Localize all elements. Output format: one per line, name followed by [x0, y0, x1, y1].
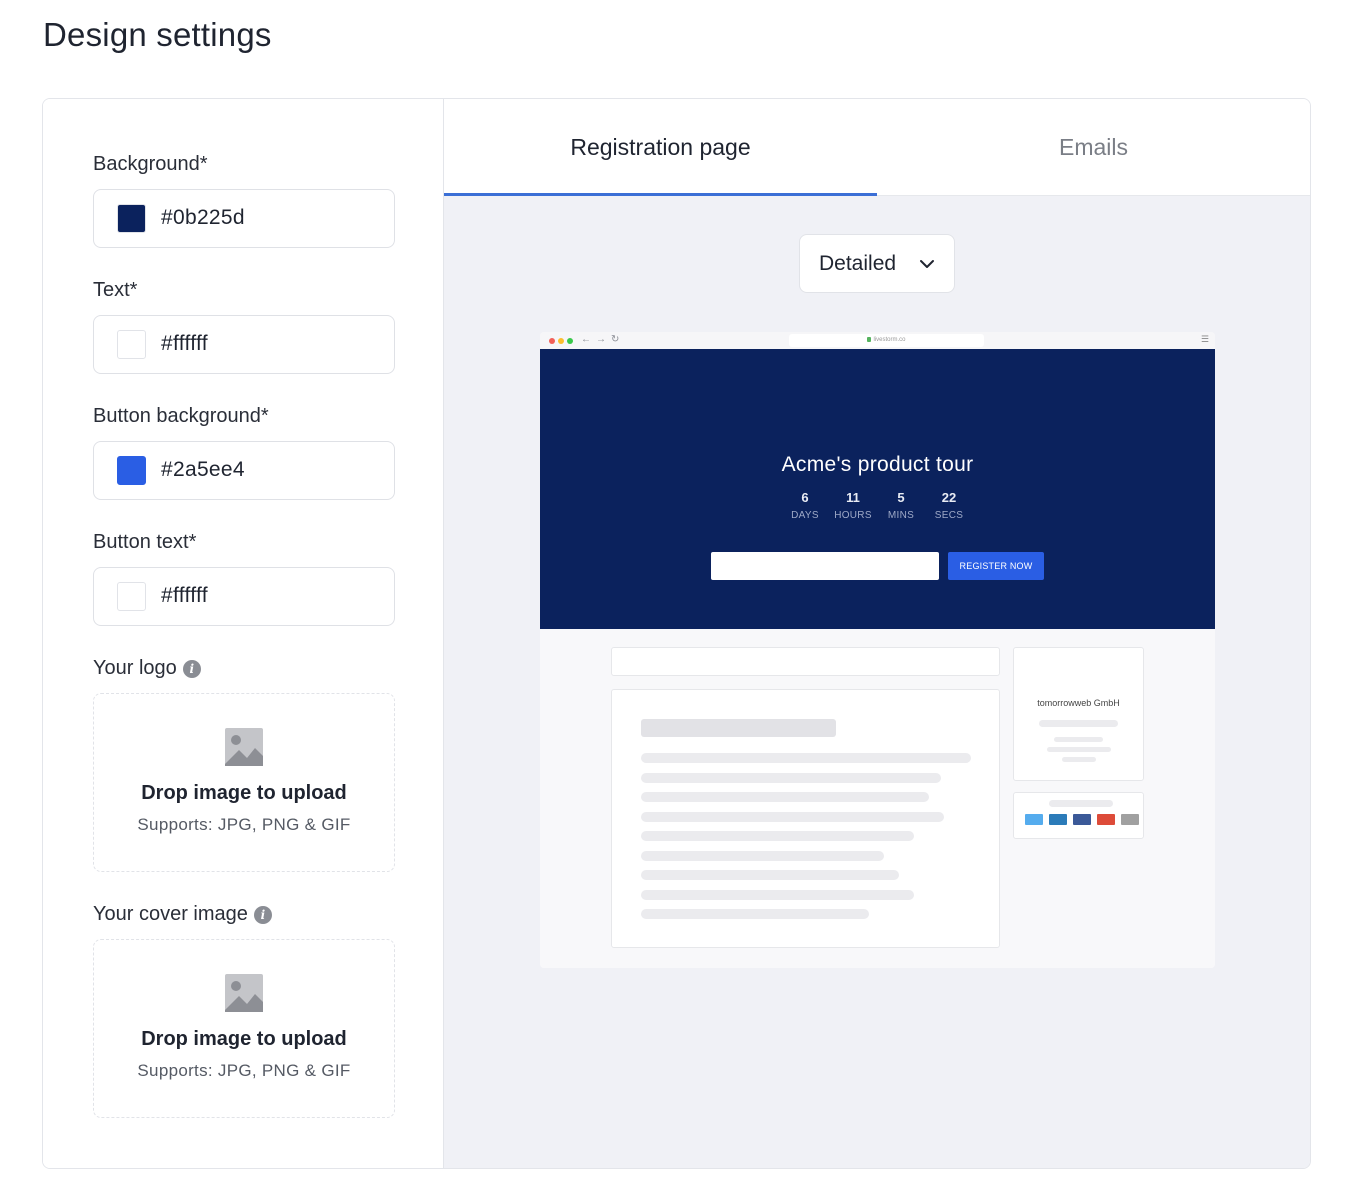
placeholder-line — [1049, 800, 1113, 807]
countdown-hours-value: 11 — [846, 490, 860, 505]
settings-panel: Background* #0b225d Text* #ffffff Button… — [43, 99, 444, 1168]
register-now-button: REGISTER NOW — [948, 552, 1044, 580]
content-bar-placeholder — [611, 647, 1000, 676]
minimize-dot-icon — [558, 338, 564, 344]
countdown-hours: 11 HOURS — [829, 490, 877, 521]
background-color-swatch[interactable] — [117, 204, 146, 233]
registration-hero: Acme's product tour 6 DAYS 11 HOURS 5 MI… — [540, 349, 1215, 629]
countdown-days: 6 DAYS — [781, 490, 829, 521]
linkedin-share-icon — [1049, 814, 1067, 825]
countdown-mins-value: 5 — [897, 490, 905, 505]
background-label: Background* — [93, 153, 208, 175]
placeholder-line — [641, 812, 944, 822]
countdown: 6 DAYS 11 HOURS 5 MINS 22 SECS — [781, 490, 975, 530]
text-label: Text* — [93, 279, 138, 301]
placeholder-line — [641, 890, 914, 900]
countdown-secs-label: SECS — [934, 510, 964, 521]
close-dot-icon — [549, 338, 555, 344]
button-text-color-swatch[interactable] — [117, 582, 146, 611]
registration-email-input — [711, 552, 939, 580]
google-share-icon — [1097, 814, 1115, 825]
button-text-color-field[interactable]: #ffffff — [93, 567, 395, 626]
placeholder-line — [641, 851, 884, 861]
countdown-mins-label: MINS — [887, 510, 915, 521]
tab-registration-page[interactable]: Registration page — [444, 99, 877, 196]
placeholder-line — [641, 792, 929, 802]
text-color-swatch[interactable] — [117, 330, 146, 359]
button-background-label: Button background* — [93, 405, 269, 427]
placeholder-line — [1047, 747, 1111, 752]
registration-content: tomorrowweb GmbH — [540, 629, 1215, 968]
facebook-share-icon — [1073, 814, 1091, 825]
placeholder-line — [1062, 757, 1096, 762]
button-background-color-value[interactable]: #2a5ee4 — [161, 458, 245, 482]
placeholder-line — [641, 753, 971, 763]
background-color-field[interactable]: #0b225d — [93, 189, 395, 248]
placeholder-line — [1039, 720, 1118, 727]
logo-label: Your logo i — [93, 657, 201, 680]
placeholder-line — [641, 831, 914, 841]
event-title: Acme's product tour — [781, 453, 974, 476]
placeholder-line — [641, 870, 899, 880]
background-color-value[interactable]: #0b225d — [161, 206, 245, 230]
image-placeholder-icon — [225, 728, 263, 766]
reload-icon: ↻ — [611, 334, 620, 345]
cover-label: Your cover image i — [93, 903, 272, 926]
text-color-field[interactable]: #ffffff — [93, 315, 395, 374]
cover-dropzone-title: Drop image to upload — [141, 1028, 347, 1050]
countdown-days-value: 6 — [801, 490, 809, 505]
button-text-label: Button text* — [93, 531, 197, 553]
organizer-name: tomorrowweb GmbH — [1037, 698, 1120, 708]
text-color-value[interactable]: #ffffff — [161, 332, 208, 356]
page-title: Design settings — [43, 16, 272, 53]
browser-toolbar: ← → ↻ livestorm.co ☰ — [540, 332, 1215, 349]
share-card — [1013, 792, 1144, 839]
countdown-secs: 22 SECS — [925, 490, 973, 521]
email-share-icon — [1121, 814, 1139, 825]
menu-icon: ☰ — [1200, 334, 1209, 344]
countdown-mins: 5 MINS — [877, 490, 925, 521]
image-placeholder-icon — [225, 974, 263, 1012]
back-arrow-icon: ← — [581, 334, 591, 345]
info-icon[interactable]: i — [253, 905, 272, 924]
preview-tabs: Registration page Emails — [444, 99, 1310, 196]
logo-label-text: Your logo — [93, 657, 177, 679]
countdown-hours-label: HOURS — [834, 510, 872, 521]
cover-dropzone[interactable]: Drop image to upload Supports: JPG, PNG … — [93, 939, 395, 1118]
placeholder-heading — [641, 719, 836, 737]
maximize-dot-icon — [567, 338, 573, 344]
button-background-color-swatch[interactable] — [117, 456, 146, 485]
tab-emails[interactable]: Emails — [877, 99, 1310, 196]
forward-arrow-icon: → — [596, 334, 606, 345]
button-text-color-value[interactable]: #ffffff — [161, 584, 208, 608]
chevron-down-icon — [920, 260, 934, 268]
design-settings-card: Background* #0b225d Text* #ffffff Button… — [42, 98, 1311, 1169]
placeholder-line — [641, 909, 869, 919]
countdown-secs-value: 22 — [941, 490, 957, 505]
logo-dropzone-subtitle: Supports: JPG, PNG & GIF — [137, 815, 351, 834]
preview-panel: Registration page Emails Detailed ← → ↻ … — [444, 99, 1310, 1168]
placeholder-line — [641, 773, 941, 783]
twitter-share-icon — [1025, 814, 1043, 825]
organizer-card: tomorrowweb GmbH — [1013, 647, 1144, 781]
url-bar: livestorm.co — [789, 334, 984, 347]
url-text: livestorm.co — [873, 337, 906, 343]
button-background-color-field[interactable]: #2a5ee4 — [93, 441, 395, 500]
logo-dropzone-title: Drop image to upload — [141, 782, 347, 804]
browser-preview: ← → ↻ livestorm.co ☰ Acme's product tour… — [540, 332, 1215, 968]
view-mode-value: Detailed — [819, 252, 897, 275]
placeholder-line — [1054, 737, 1103, 742]
view-mode-select[interactable]: Detailed — [799, 234, 955, 293]
description-placeholder — [611, 689, 1000, 948]
cover-label-text: Your cover image — [93, 903, 248, 925]
logo-dropzone[interactable]: Drop image to upload Supports: JPG, PNG … — [93, 693, 395, 872]
cover-dropzone-subtitle: Supports: JPG, PNG & GIF — [137, 1061, 351, 1080]
countdown-days-label: DAYS — [791, 510, 819, 521]
info-icon[interactable]: i — [182, 659, 201, 678]
lock-icon — [867, 336, 872, 342]
